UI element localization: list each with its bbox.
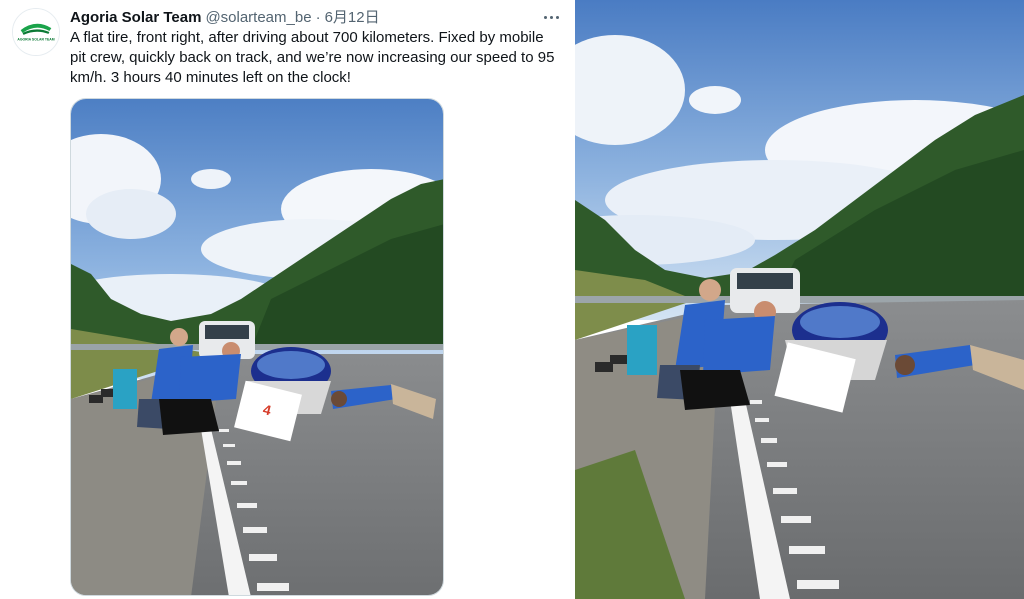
roadside-repair-photo-large bbox=[575, 0, 1024, 599]
more-options-icon[interactable] bbox=[539, 6, 563, 28]
agoria-logo-icon: AGORIA SOLAR TEAM bbox=[13, 9, 59, 55]
tweet: AGORIA SOLAR TEAM Agoria Solar Team @sol… bbox=[0, 0, 575, 599]
separator-dot: · bbox=[315, 9, 321, 26]
avatar[interactable]: AGORIA SOLAR TEAM bbox=[12, 8, 60, 56]
avatar-logo-text: AGORIA SOLAR TEAM bbox=[17, 38, 54, 42]
large-photo[interactable] bbox=[575, 0, 1024, 599]
tweet-header: Agoria Solar Team @solarteam_be · 6月12日 bbox=[70, 8, 551, 28]
author-handle[interactable]: @solarteam_be bbox=[205, 8, 311, 28]
roadside-repair-photo: 4 bbox=[71, 99, 443, 595]
tweet-text: A flat tire, front right, after driving … bbox=[70, 29, 555, 86]
author-name[interactable]: Agoria Solar Team bbox=[70, 8, 201, 28]
tweet-date[interactable]: 6月12日 bbox=[325, 8, 380, 28]
tweet-photo[interactable]: 4 bbox=[70, 98, 444, 596]
